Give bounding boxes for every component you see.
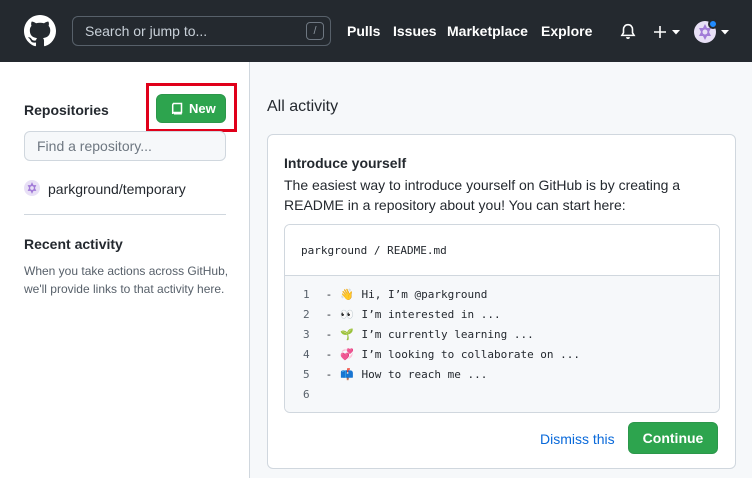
introduce-yourself-card: Introduce yourself The easiest way to in… xyxy=(267,134,736,469)
find-repository-input[interactable]: Find a repository... xyxy=(24,131,226,161)
readme-path: parkground / README.md xyxy=(301,244,447,257)
code-line: 6 xyxy=(303,388,310,401)
user-menu[interactable] xyxy=(694,19,730,45)
chevron-down-icon xyxy=(721,30,729,35)
repo-link[interactable]: parkground/temporary xyxy=(48,181,186,197)
bell-icon[interactable] xyxy=(619,22,637,42)
recent-activity-heading: Recent activity xyxy=(24,236,123,252)
readme-code: 1 - 👋 Hi, I’m @parkground 2 - 👀 I’m inte… xyxy=(285,276,719,412)
new-button-label: New xyxy=(189,101,216,116)
plus-icon xyxy=(654,26,666,38)
code-line: 1 - 👋 Hi, I’m @parkground xyxy=(303,288,488,301)
card-description: The easiest way to introduce yourself on… xyxy=(284,177,681,213)
recent-activity-description: When you take actions across GitHub, we'… xyxy=(24,264,229,296)
sidebar-divider xyxy=(24,214,226,215)
all-activity-heading: All activity xyxy=(267,98,339,115)
code-line: 2 - 👀 I’m interested in ... xyxy=(303,308,501,321)
continue-button[interactable]: Continue xyxy=(628,422,718,454)
find-repository-placeholder: Find a repository... xyxy=(37,138,152,154)
notification-dot xyxy=(708,19,718,29)
nav-explore[interactable]: Explore xyxy=(541,23,592,39)
create-new-menu[interactable] xyxy=(652,22,682,42)
search-input[interactable]: Search or jump to... / xyxy=(72,16,331,46)
identicon-avatar xyxy=(24,180,40,196)
search-shortcut-key: / xyxy=(306,22,324,40)
nav-marketplace[interactable]: Marketplace xyxy=(447,23,528,39)
nav-pulls[interactable]: Pulls xyxy=(347,23,380,39)
new-repository-button[interactable]: New xyxy=(156,94,226,123)
code-line: 5 - 📫 How to reach me ... xyxy=(303,368,488,381)
repositories-heading: Repositories xyxy=(24,102,109,118)
nav-issues[interactable]: Issues xyxy=(393,23,437,39)
readme-preview: parkground / README.md 1 - 👋 Hi, I’m @pa… xyxy=(284,224,720,413)
card-title: Introduce yourself xyxy=(284,155,407,171)
repo-icon xyxy=(171,102,183,115)
global-header: Search or jump to... / Pulls Issues Mark… xyxy=(0,0,752,62)
code-line: 3 - 🌱 I’m currently learning ... xyxy=(303,328,534,341)
dashboard-sidebar: Repositories New Find a repository... pa… xyxy=(0,62,250,478)
github-logo-icon[interactable] xyxy=(24,15,56,47)
dismiss-link[interactable]: Dismiss this xyxy=(540,431,615,447)
search-placeholder: Search or jump to... xyxy=(85,23,208,39)
code-line: 4 - 💞 I’m looking to collaborate on ... xyxy=(303,348,581,361)
chevron-down-icon xyxy=(672,30,680,35)
readme-header: parkground / README.md xyxy=(285,225,719,276)
